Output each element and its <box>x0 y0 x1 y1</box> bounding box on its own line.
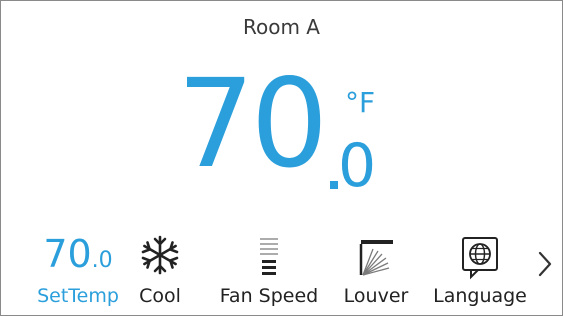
control-bar: 70.0 SetTemp Cool Fan Speed Louver Langu… <box>1 227 562 315</box>
temperature-unit: °F <box>345 86 376 119</box>
room-name: Room A <box>243 15 320 39</box>
louver-label: Louver <box>343 285 409 307</box>
temperature-decimal: 0 <box>338 131 377 201</box>
globe-icon <box>462 237 498 280</box>
fan-speed-label: Fan Speed <box>219 285 319 307</box>
fan-speed-icon <box>260 238 278 275</box>
chevron-right-icon[interactable] <box>534 249 556 279</box>
settemp-value: 70.0 <box>25 235 131 273</box>
snowflake-icon <box>141 235 179 275</box>
language-button[interactable]: Language <box>425 227 535 313</box>
settemp-label: SetTemp <box>37 285 119 307</box>
settemp-decimal: .0 <box>91 248 113 273</box>
louver-icon <box>359 240 393 276</box>
temperature-decimal-point <box>330 181 338 189</box>
temperature-whole: 70 <box>177 53 328 195</box>
settemp-whole: 70 <box>43 232 92 276</box>
thermostat-screen: Room A 70 0 °F 70.0 SetTemp Cool Fan Spe… <box>0 0 563 316</box>
settemp-button[interactable]: 70.0 SetTemp <box>25 227 131 313</box>
mode-button[interactable]: Cool <box>131 227 189 313</box>
mode-label: Cool <box>139 285 181 307</box>
fan-speed-button[interactable]: Fan Speed <box>213 227 325 313</box>
louver-button[interactable]: Louver <box>337 227 415 313</box>
language-label: Language <box>433 285 527 307</box>
